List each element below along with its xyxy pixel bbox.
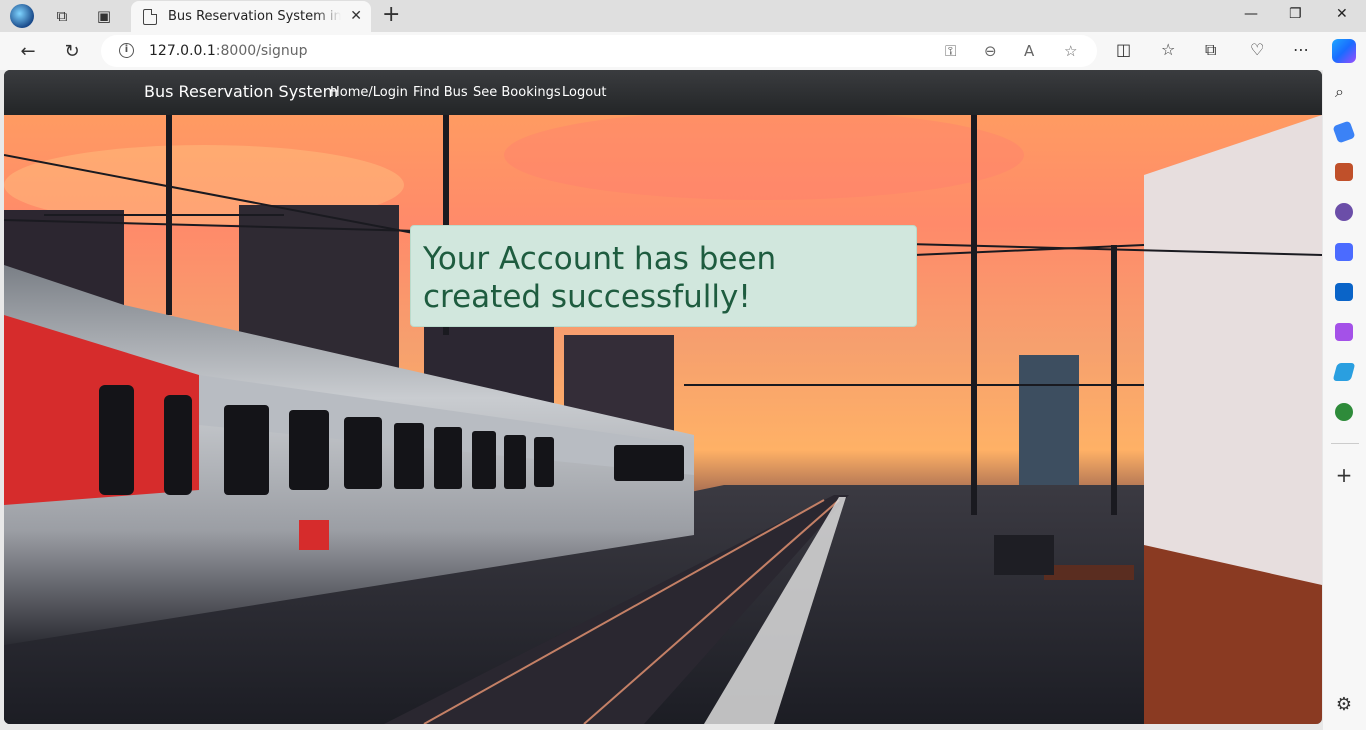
new-tab-button[interactable]: + bbox=[382, 4, 400, 26]
outlook-icon[interactable] bbox=[1335, 283, 1353, 301]
success-alert: Your Account has been created successful… bbox=[410, 225, 917, 327]
search-icon[interactable]: ⌕ bbox=[1335, 83, 1353, 101]
tab-close-icon[interactable]: ✕ bbox=[350, 8, 362, 24]
url-host: 127.0.0.1 bbox=[149, 43, 216, 59]
page-favicon-icon bbox=[143, 8, 157, 25]
address-bar[interactable]: i 127.0.0.1:8000/signup ⚿ ⊖ A ☆ bbox=[101, 35, 1097, 67]
zoom-out-icon[interactable]: ⊖ bbox=[984, 42, 997, 60]
tab-strip: ⧉ ▣ Bus Reservation System in Django ✕ +… bbox=[0, 0, 1366, 32]
games-icon[interactable] bbox=[1335, 203, 1353, 221]
tag-icon[interactable] bbox=[1332, 120, 1356, 144]
refresh-button[interactable]: ↻ bbox=[60, 39, 84, 63]
workspaces-icon[interactable]: ⧉ bbox=[50, 4, 74, 28]
split-screen-icon[interactable]: ◫ bbox=[1116, 40, 1131, 59]
vertical-tabs-icon[interactable]: ▣ bbox=[92, 4, 116, 28]
copilot-app-icon[interactable] bbox=[1335, 243, 1353, 261]
more-menu-icon[interactable]: ⋯ bbox=[1293, 40, 1309, 59]
restore-button[interactable]: ❐ bbox=[1289, 6, 1302, 22]
password-key-icon[interactable]: ⚿ bbox=[945, 42, 956, 60]
browser-tab[interactable]: Bus Reservation System in Django ✕ bbox=[131, 1, 371, 32]
tree-icon[interactable] bbox=[1335, 403, 1353, 421]
url-path: :8000/signup bbox=[215, 43, 308, 59]
collections-icon[interactable]: ⧉ bbox=[1205, 40, 1216, 60]
favorites-icon[interactable]: ☆ bbox=[1161, 40, 1175, 59]
site-navbar: Bus Reservation System Home/Login Find B… bbox=[4, 70, 1322, 115]
browser-toolbar: ← ↻ i 127.0.0.1:8000/signup ⚿ ⊖ A ☆ ◫ ☆ … bbox=[0, 32, 1366, 70]
edge-sidebar: ⌕ + ⚙ bbox=[1323, 70, 1366, 730]
favorite-star-icon[interactable]: ☆ bbox=[1064, 42, 1077, 60]
page-viewport: Bus Reservation System Home/Login Find B… bbox=[4, 70, 1322, 724]
close-window-button[interactable]: ✕ bbox=[1336, 6, 1348, 22]
send-icon[interactable] bbox=[1332, 363, 1356, 381]
settings-icon[interactable]: ⚙ bbox=[1335, 696, 1353, 714]
back-button[interactable]: ← bbox=[16, 39, 40, 63]
success-alert-message: Your Account has been created successful… bbox=[423, 241, 777, 315]
designer-icon[interactable] bbox=[1335, 323, 1353, 341]
nav-see-bookings[interactable]: See Bookings bbox=[473, 85, 561, 100]
add-icon[interactable]: + bbox=[1335, 465, 1353, 485]
nav-logout[interactable]: Logout bbox=[562, 85, 607, 100]
sidebar-divider bbox=[1331, 443, 1359, 444]
briefcase-icon[interactable] bbox=[1335, 163, 1353, 181]
nav-find-bus[interactable]: Find Bus bbox=[413, 85, 468, 100]
site-brand[interactable]: Bus Reservation System bbox=[144, 82, 338, 101]
minimize-button[interactable]: — bbox=[1244, 6, 1258, 22]
browser-essentials-icon[interactable]: ♡ bbox=[1250, 40, 1264, 59]
profile-avatar-icon[interactable] bbox=[10, 4, 34, 28]
nav-home-login[interactable]: Home/Login bbox=[330, 85, 408, 100]
site-info-icon[interactable]: i bbox=[119, 43, 134, 58]
tab-title: Bus Reservation System in Django bbox=[168, 9, 341, 24]
copilot-icon[interactable] bbox=[1332, 39, 1356, 63]
read-aloud-icon[interactable]: A bbox=[1024, 42, 1034, 60]
background-train-station-image: Your Account has been created successful… bbox=[4, 115, 1322, 724]
url-text[interactable]: 127.0.0.1:8000/signup bbox=[149, 43, 308, 59]
